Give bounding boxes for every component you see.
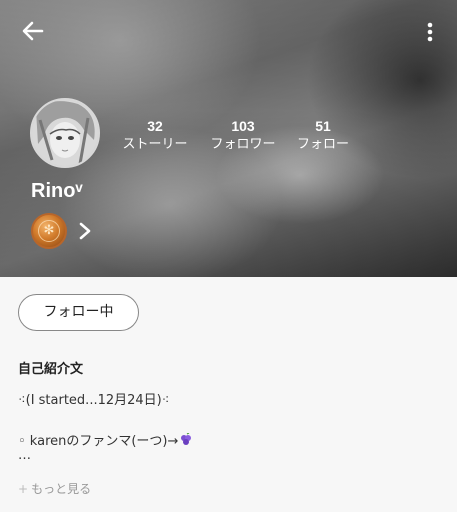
username: Rinoᵛ	[31, 180, 83, 202]
bio-title: 自己紹介文	[18, 362, 84, 377]
grape-emoji-icon	[181, 433, 192, 445]
chevron-right-icon[interactable]	[76, 221, 94, 241]
bio-line-2: ◦ karenのファンマ(ーつ)→	[18, 430, 193, 449]
stat-stories[interactable]: 32 ストーリー	[110, 118, 200, 154]
see-more-label: もっと見る	[31, 482, 92, 496]
stories-count: 32	[147, 118, 163, 134]
bio-line-1: ⁖(I started...12月24日)⁖	[18, 393, 170, 408]
see-more-link[interactable]: + もっと見る	[18, 480, 91, 497]
coin-emblem: ✻	[38, 220, 60, 242]
bio-line-2-text: ◦ karenのファンマ(ーつ)→	[18, 434, 179, 449]
more-vertical-icon[interactable]	[418, 18, 442, 46]
plus-icon: +	[18, 482, 29, 496]
following-count: 51	[315, 118, 331, 134]
stat-followers[interactable]: 103 フォロワー	[198, 118, 288, 154]
coin-badge-icon[interactable]: ✻	[31, 213, 67, 249]
followers-count: 103	[231, 118, 255, 134]
avatar[interactable]	[30, 98, 100, 168]
stories-label: ストーリー	[122, 137, 188, 152]
bio-line-3: …	[18, 448, 31, 463]
back-arrow-icon[interactable]	[18, 16, 48, 46]
following-button[interactable]: フォロー中	[18, 294, 139, 331]
followers-label: フォロワー	[210, 137, 276, 152]
following-label: フォロー	[296, 137, 349, 152]
avatar-image	[32, 100, 98, 166]
stat-following[interactable]: 51 フォロー	[278, 118, 368, 154]
